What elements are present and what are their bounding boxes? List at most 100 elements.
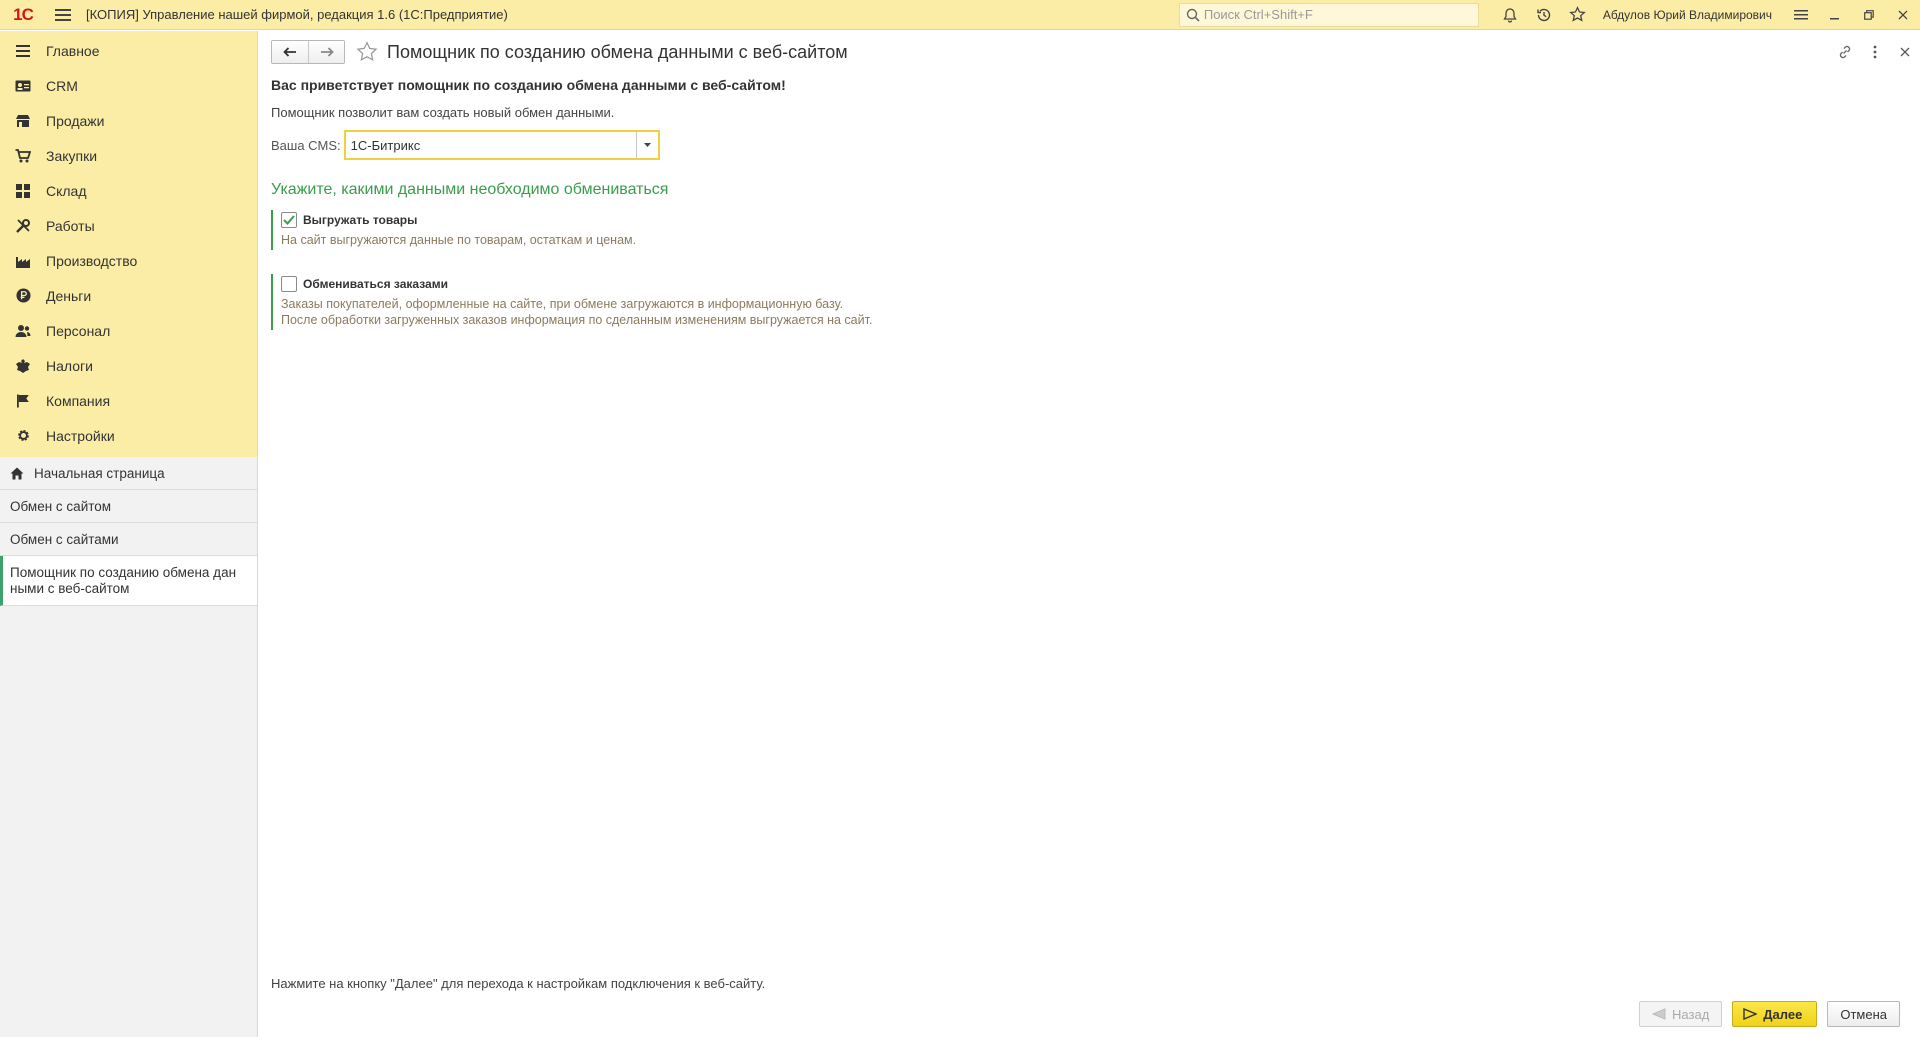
link-button[interactable] bbox=[1830, 39, 1860, 65]
minimize-icon bbox=[1830, 17, 1839, 19]
back-nav-button[interactable] bbox=[272, 41, 308, 63]
title-bar: 1С [КОПИЯ] Управление нашей фирмой, реда… bbox=[0, 0, 1920, 30]
search-icon bbox=[1186, 8, 1200, 22]
factory-icon bbox=[14, 252, 32, 270]
section-label: Деньги bbox=[46, 287, 92, 304]
exchange-orders-label[interactable]: Обмениваться заказами bbox=[303, 277, 448, 291]
favorites-button[interactable] bbox=[1561, 0, 1595, 30]
form-header: Помощник по созданию обмена данными с ве… bbox=[259, 31, 1920, 73]
tools-icon bbox=[14, 217, 32, 235]
cms-dropdown-button[interactable] bbox=[635, 132, 658, 158]
checkmark-icon bbox=[283, 215, 295, 225]
bell-icon bbox=[1503, 7, 1517, 23]
back-button-label: Назад bbox=[1672, 1006, 1710, 1022]
open-window-label: Помощник по созданию обмена дан bbox=[10, 564, 237, 580]
section-settings[interactable]: Настройки bbox=[0, 418, 257, 453]
close-form-button[interactable] bbox=[1890, 39, 1920, 65]
current-user[interactable]: Абдулов Юрий Владимирович bbox=[1603, 8, 1772, 22]
history-icon bbox=[1537, 8, 1551, 21]
hamburger-icon bbox=[55, 8, 71, 21]
section-personnel[interactable]: Персонал bbox=[0, 313, 257, 348]
form-content: Вас приветствует помощник по созданию об… bbox=[259, 77, 1920, 330]
export-goods-description: На сайт выгружаются данные по товарам, о… bbox=[281, 232, 1920, 250]
section-label: Налоги bbox=[46, 357, 93, 374]
section-label: Персонал bbox=[46, 322, 111, 339]
nav-buttons bbox=[271, 40, 345, 64]
section-label: Продажи bbox=[46, 112, 105, 129]
main-menu-button[interactable] bbox=[46, 0, 80, 30]
sidebar: Главное CRM Продажи Закупки Склад Работы… bbox=[0, 31, 258, 1037]
warehouse-icon bbox=[14, 182, 32, 200]
export-goods-label[interactable]: Выгружать товары bbox=[303, 213, 417, 227]
next-button[interactable]: Далее bbox=[1732, 1001, 1818, 1027]
search-input[interactable] bbox=[1203, 7, 1464, 22]
triangle-right-icon bbox=[1743, 1008, 1758, 1020]
restore-button[interactable] bbox=[1852, 0, 1886, 30]
exchange-orders-description: Заказы покупателей, оформленные на сайте… bbox=[281, 296, 1920, 330]
export-goods-checkbox-row[interactable]: Выгружать товары bbox=[281, 210, 1920, 230]
section-crm[interactable]: CRM bbox=[0, 68, 257, 103]
triangle-left-icon bbox=[1652, 1008, 1666, 1020]
settings-menu-button[interactable] bbox=[1784, 0, 1818, 30]
open-window-home[interactable]: Начальная страница bbox=[0, 457, 257, 490]
section-sales[interactable]: Продажи bbox=[0, 103, 257, 138]
cancel-button-label: Отмена bbox=[1840, 1006, 1887, 1022]
cms-row: Ваша CMS: bbox=[271, 130, 1920, 160]
add-favorite-button[interactable] bbox=[355, 40, 379, 64]
star-outline-icon bbox=[356, 41, 378, 62]
cart-icon bbox=[14, 147, 32, 165]
description-line: На сайт выгружаются данные по товарам, о… bbox=[281, 233, 637, 247]
section-main[interactable]: Главное bbox=[0, 33, 257, 68]
exchange-orders-checkbox-row[interactable]: Обмениваться заказами bbox=[281, 274, 1920, 294]
section-label: Производство bbox=[46, 252, 138, 269]
close-icon bbox=[1900, 47, 1910, 57]
footer-buttons: Назад Далее Отмена bbox=[1629, 1001, 1900, 1027]
section-company[interactable]: Компания bbox=[0, 383, 257, 418]
flag-icon bbox=[14, 392, 32, 410]
open-window-site-exchange[interactable]: Обмен с сайтом bbox=[0, 490, 257, 523]
section-label: Компания bbox=[46, 392, 111, 409]
open-window-sites-exchange[interactable]: Обмен с сайтами bbox=[0, 523, 257, 556]
ruble-icon bbox=[14, 287, 32, 305]
minimize-button[interactable] bbox=[1818, 0, 1852, 30]
back-button[interactable]: Назад bbox=[1639, 1001, 1723, 1027]
star-icon bbox=[1569, 6, 1587, 22]
menu-lines-icon bbox=[1794, 9, 1808, 19]
more-actions-button[interactable] bbox=[1860, 39, 1890, 65]
history-button[interactable] bbox=[1527, 0, 1561, 30]
section-works[interactable]: Работы bbox=[0, 208, 257, 243]
section-taxes[interactable]: Налоги bbox=[0, 348, 257, 383]
restore-icon bbox=[1864, 9, 1874, 20]
notifications-button[interactable] bbox=[1493, 0, 1527, 30]
section-label: Закупки bbox=[46, 147, 98, 164]
close-window-button[interactable] bbox=[1886, 0, 1920, 30]
description-line: Заказы покупателей, оформленные на сайте… bbox=[281, 297, 844, 311]
app-logo: 1С bbox=[13, 4, 34, 24]
cms-label: Ваша CMS: bbox=[271, 137, 341, 153]
section-money[interactable]: Деньги bbox=[0, 278, 257, 313]
emblem-icon bbox=[14, 357, 32, 375]
option-export-goods: Выгружать товары На сайт выгружаются дан… bbox=[271, 210, 1920, 250]
open-window-wizard[interactable]: Помощник по созданию обмена дан ными с в… bbox=[0, 556, 257, 606]
section-purchases[interactable]: Закупки bbox=[0, 138, 257, 173]
section-warehouse[interactable]: Склад bbox=[0, 173, 257, 208]
open-window-label: Обмен с сайтами bbox=[10, 531, 119, 547]
welcome-text: Вас приветствует помощник по созданию об… bbox=[271, 77, 786, 93]
forward-nav-button[interactable] bbox=[308, 41, 344, 63]
header-actions bbox=[1830, 39, 1920, 65]
cms-input[interactable] bbox=[345, 132, 636, 158]
contacts-icon bbox=[14, 77, 32, 95]
cms-select[interactable] bbox=[343, 130, 660, 160]
next-button-label: Далее bbox=[1763, 1006, 1803, 1022]
list-icon bbox=[14, 42, 32, 60]
arrow-left-icon bbox=[283, 47, 296, 57]
people-icon bbox=[14, 322, 32, 340]
section-production[interactable]: Производство bbox=[0, 243, 257, 278]
global-search[interactable] bbox=[1178, 2, 1479, 27]
description-line: После обработки загруженных заказов инфо… bbox=[281, 313, 873, 327]
exchange-orders-checkbox[interactable] bbox=[281, 276, 297, 292]
export-goods-checkbox[interactable] bbox=[281, 212, 297, 228]
section-label: Настройки bbox=[46, 427, 115, 444]
cancel-button[interactable]: Отмена bbox=[1827, 1001, 1900, 1027]
app-title: [КОПИЯ] Управление нашей фирмой, редакци… bbox=[86, 7, 508, 22]
